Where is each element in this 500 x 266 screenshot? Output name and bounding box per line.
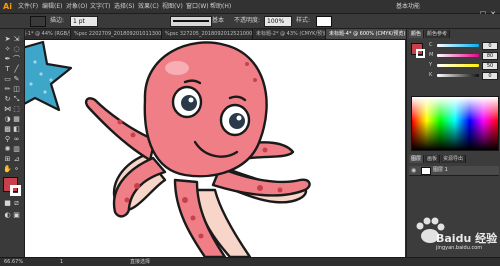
menu-edit[interactable]: 编辑(E)	[42, 1, 62, 12]
tab-asset-export[interactable]: 资源导出	[441, 155, 467, 163]
panel-stroke-swatch[interactable]	[416, 49, 425, 58]
black-value[interactable]: 0	[482, 72, 498, 80]
control-bar: 描边: 1 pt 基本 不透明度: 100% 样式:	[0, 14, 500, 29]
free-transform-icon[interactable]: ⬚	[12, 105, 21, 114]
direct-selection-tool-icon[interactable]: ⇲	[12, 35, 21, 44]
style-label: 样式:	[296, 17, 311, 24]
menu-effect[interactable]: 效果(C)	[138, 1, 159, 12]
slice-tool-icon[interactable]: ⊿	[12, 155, 21, 164]
selection-tool-icon[interactable]: ➤	[3, 35, 12, 44]
magenta-letter: M	[429, 52, 434, 58]
tab-document-active[interactable]: 未标题-4* @ 600% (CMYK/预览)	[326, 29, 407, 39]
zoom-tool-icon[interactable]: ⚬	[12, 165, 21, 174]
stroke-label: 描边:	[50, 17, 65, 24]
artboard-tool-icon[interactable]: ⊞	[3, 155, 12, 164]
menu-file[interactable]: 文件(F)	[18, 1, 38, 12]
app-logo: Ai	[3, 2, 12, 11]
opacity-label: 不透明度:	[234, 17, 261, 24]
artwork	[25, 40, 311, 257]
watermark: Baidu 经验 jingyan.baidu.com	[396, 210, 498, 258]
tab-document-3[interactable]: %psc 327205_20180920125210001E.jpg*	[162, 29, 253, 39]
magenta-value[interactable]: 80	[482, 52, 498, 60]
fill-swatch[interactable]	[30, 16, 46, 27]
eraser-icon[interactable]: ◫	[12, 85, 21, 94]
magic-wand-icon[interactable]: ✧	[3, 45, 12, 54]
perspective-grid-icon[interactable]: ▦	[12, 115, 21, 124]
black-slider[interactable]	[437, 74, 479, 77]
menu-window[interactable]: 窗口(W)	[186, 1, 209, 12]
color-spectrum[interactable]	[411, 96, 499, 151]
layer-row[interactable]: ◉ 图层 1	[409, 166, 499, 176]
menu-object[interactable]: 对象(O)	[66, 1, 87, 12]
lasso-icon[interactable]: ◌	[12, 45, 21, 54]
type-tool-icon[interactable]: T	[3, 65, 12, 74]
tab-color[interactable]: 颜色	[409, 30, 425, 38]
stroke-color-swatch[interactable]	[10, 185, 21, 196]
pen-tool-icon[interactable]: ✒	[3, 55, 12, 64]
toolbox: ➤ ⇲ ✧ ◌ ✒ ⌒ T ╱ ▭ ✎ ✏ ◫ ↻ ⤡ ⋈ ⬚ ◑ ▦ ▩ ◧ …	[0, 29, 25, 257]
magenta-slider[interactable]	[437, 54, 479, 57]
hand-tool-icon[interactable]: ✋	[3, 165, 12, 174]
watermark-text: Baidu 经验	[436, 232, 498, 245]
gradient-tool-icon[interactable]: ◧	[12, 125, 21, 134]
yellow-letter: Y	[429, 62, 433, 68]
menu-help[interactable]: 帮助(H)	[210, 1, 231, 12]
menu-bar: Ai 文件(F) 编辑(E) 对象(O) 文字(T) 选择(S) 效果(C) 视…	[0, 0, 500, 18]
rotate-tool-icon[interactable]: ↻	[3, 95, 12, 104]
starfish-illustration[interactable]	[25, 40, 73, 112]
draw-mode-icon[interactable]: ◐	[3, 211, 12, 220]
canvas[interactable]	[25, 40, 405, 257]
screen-mode-icon[interactable]: ▣	[12, 211, 21, 220]
symbol-sprayer-icon[interactable]: ✺	[3, 145, 12, 154]
graph-tool-icon[interactable]: ▥	[12, 145, 21, 154]
brush-definition[interactable]	[170, 16, 212, 27]
cyan-slider[interactable]	[437, 44, 479, 47]
blend-tool-icon[interactable]: ∞	[12, 135, 21, 144]
stroke-style-select[interactable]: 基本	[212, 16, 224, 26]
menu-select[interactable]: 选择(S)	[114, 1, 135, 12]
menu-type[interactable]: 文字(T)	[90, 1, 110, 12]
width-tool-icon[interactable]: ⋈	[3, 105, 12, 114]
artboard	[25, 40, 405, 257]
layer-name[interactable]: 图层 1	[433, 166, 448, 175]
document-tabs: 未标题-1* @ 44% (RGB/预览) %psc 2202709_20180…	[8, 29, 407, 40]
shape-builder-icon[interactable]: ◑	[3, 115, 12, 124]
yellow-slider[interactable]	[437, 64, 479, 67]
yellow-value[interactable]: 50	[482, 62, 498, 70]
tab-layers[interactable]: 图层	[409, 155, 425, 163]
layer-thumbnail	[421, 167, 431, 175]
menu-view[interactable]: 视图(V)	[162, 1, 183, 12]
tab-document-4[interactable]: 未标题-2* @ 43% (CMYK/预览)	[253, 29, 326, 39]
tab-color-guide[interactable]: 颜色参考	[425, 30, 451, 38]
curvature-tool-icon[interactable]: ⌒	[12, 55, 21, 64]
line-tool-icon[interactable]: ╱	[12, 65, 21, 74]
opacity-field[interactable]: 100%	[264, 16, 292, 27]
mesh-tool-icon[interactable]: ▩	[3, 125, 12, 134]
graphic-style-swatch[interactable]	[316, 16, 332, 27]
workspace-switcher[interactable]: 基本功能	[396, 1, 420, 12]
stroke-weight-field[interactable]: 1 pt	[70, 16, 98, 27]
none-mode-icon[interactable]: ⧄	[12, 199, 21, 208]
cyan-letter: C	[429, 42, 433, 48]
eyedropper-icon[interactable]: ⚲	[3, 135, 12, 144]
color-mode-icon[interactable]: ■	[3, 199, 12, 208]
rectangle-tool-icon[interactable]: ▭	[3, 75, 12, 84]
watermark-url: jingyan.baidu.com	[436, 245, 483, 251]
paintbrush-icon[interactable]: ✎	[12, 75, 21, 84]
tab-artboards[interactable]: 画板	[425, 155, 441, 163]
scale-tool-icon[interactable]: ⤡	[12, 95, 21, 104]
cyan-value[interactable]: 0	[482, 42, 498, 50]
visibility-eye-icon[interactable]: ◉	[411, 167, 416, 174]
window-controls: —□✕	[468, 1, 498, 18]
octopus-illustration[interactable]	[84, 41, 311, 257]
black-letter: K	[429, 72, 433, 78]
tab-document-2[interactable]: %psc 2202709_20180920101130001B4.jpg*	[71, 29, 162, 39]
pencil-icon[interactable]: ✏	[3, 85, 12, 94]
